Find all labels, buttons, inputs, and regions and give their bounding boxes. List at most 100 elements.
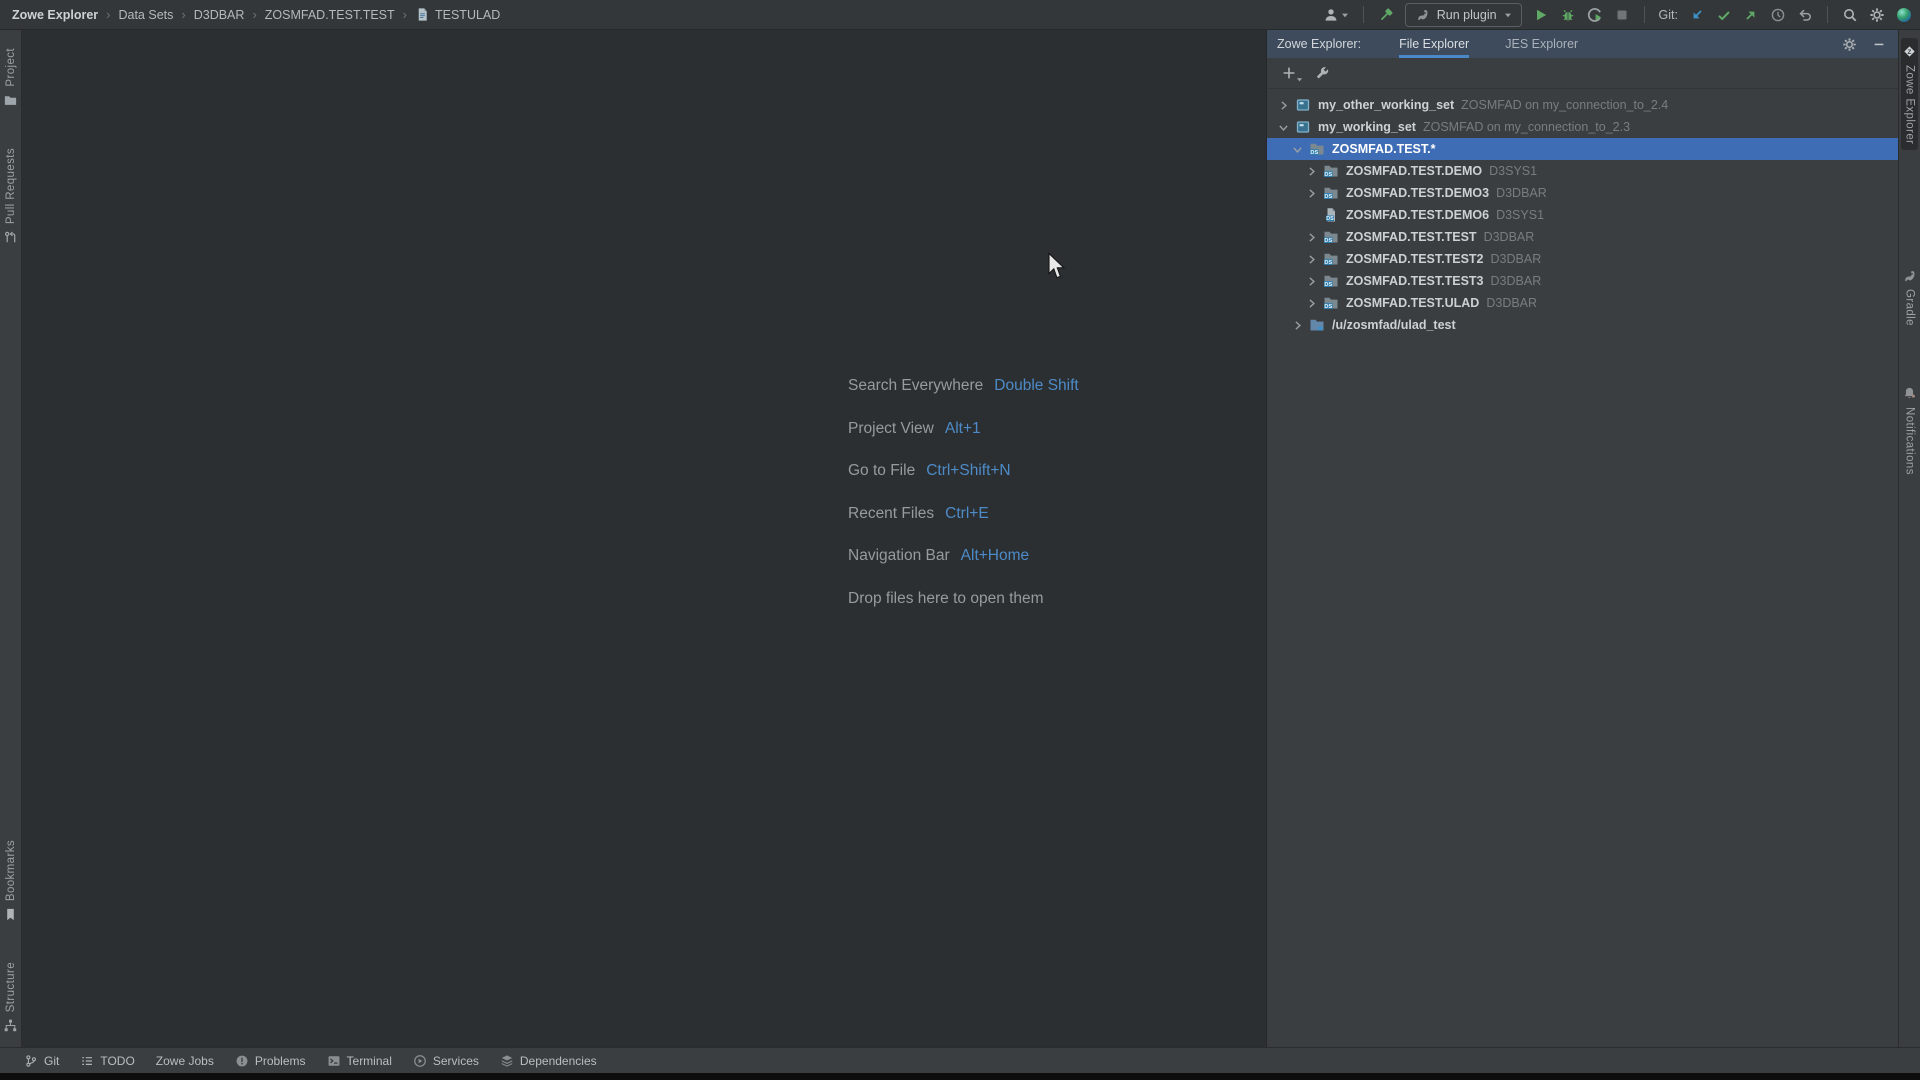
svg-text:DS: DS xyxy=(1324,304,1332,310)
tool-stripe-button-gradle[interactable]: Gradle xyxy=(1901,262,1918,332)
chevron-right-icon[interactable] xyxy=(1305,297,1321,310)
chevron-right-icon[interactable] xyxy=(1305,231,1321,244)
statusbar-item-label: Terminal xyxy=(347,1054,392,1068)
statusbar-item-git[interactable]: Git xyxy=(24,1054,59,1068)
tab-jes-explorer[interactable]: JES Explorer xyxy=(1505,30,1578,58)
history-icon[interactable] xyxy=(1770,7,1786,23)
settings-gear-icon[interactable] xyxy=(1869,7,1885,23)
pull-request-icon xyxy=(3,230,18,245)
tool-stripe-button-project[interactable]: Project xyxy=(2,42,19,114)
breadcrumb-item[interactable]: D3DBAR xyxy=(194,8,245,22)
gradle-icon xyxy=(1902,268,1917,283)
tool-stripe-button-pull-requests[interactable]: Pull Requests xyxy=(2,142,19,251)
tree-item-label: ZOSMFAD.TEST.* xyxy=(1332,142,1435,156)
dataset-icon: DS xyxy=(1323,229,1340,245)
main-area: ProjectPull Requests BookmarksStructure … xyxy=(0,30,1920,1047)
tree-item-label: ZOSMFAD.TEST.DEMO xyxy=(1346,164,1482,178)
statusbar-item-zowe-jobs[interactable]: Zowe Jobs xyxy=(156,1054,214,1068)
minimize-icon[interactable] xyxy=(1872,37,1886,51)
drop-files-hint: Drop files here to open them xyxy=(848,578,1079,621)
tree-row[interactable]: DSZOSMFAD.TEST.TEST3D3DBAR xyxy=(1267,270,1898,292)
tool-stripe-label: Gradle xyxy=(1904,289,1916,326)
wrench-icon[interactable] xyxy=(1314,65,1330,81)
tree-row[interactable]: DSZOSMFAD.TEST.DEMO3D3DBAR xyxy=(1267,182,1898,204)
statusbar-item-label: Git xyxy=(44,1054,59,1068)
svg-text:Z: Z xyxy=(1908,49,1912,56)
statusbar-item-problems[interactable]: Problems xyxy=(235,1054,306,1068)
play-icon[interactable] xyxy=(1533,7,1549,23)
svg-text:DS: DS xyxy=(1324,260,1332,266)
breadcrumb-separator: › xyxy=(252,8,256,21)
search-icon[interactable] xyxy=(1842,7,1858,23)
breadcrumb-label: ZOSMFAD.TEST.TEST xyxy=(265,8,395,22)
breadcrumb-item[interactable]: Data Sets xyxy=(118,8,173,22)
tool-stripe-button-bookmarks[interactable]: Bookmarks xyxy=(2,834,19,928)
tree-item-label: ZOSMFAD.TEST.TEST2 xyxy=(1346,252,1484,266)
tree-row[interactable]: DSZOSMFAD.TEST.DEMOD3SYS1 xyxy=(1267,160,1898,182)
tree-item-suffix: D3SYS1 xyxy=(1489,164,1537,178)
dataset-icon: DS xyxy=(1323,251,1340,267)
chevron-right-icon[interactable] xyxy=(1305,187,1321,200)
gradle-icon xyxy=(1415,7,1430,22)
chevron-down-icon xyxy=(1341,11,1349,19)
tree-row[interactable]: DSZOSMFAD.TEST.ULADD3DBAR xyxy=(1267,292,1898,314)
statusbar-item-label: Services xyxy=(433,1054,479,1068)
breadcrumb-item[interactable]: ZOSMFAD.TEST.TEST xyxy=(265,8,395,22)
profiler-icon[interactable] xyxy=(1587,7,1603,23)
shortcut-hint-row: Search EverywhereDouble Shift xyxy=(848,365,1079,408)
statusbar-item-label: Problems xyxy=(255,1054,306,1068)
tree-row[interactable]: /u/zosmfad/ulad_test xyxy=(1267,314,1898,336)
statusbar-item-label: Dependencies xyxy=(520,1054,597,1068)
statusbar-item-services[interactable]: Services xyxy=(413,1054,479,1068)
shortcut-hint-row: Navigation BarAlt+Home xyxy=(848,535,1079,578)
rollback-icon[interactable] xyxy=(1797,7,1813,23)
chevron-right-icon[interactable] xyxy=(1291,319,1307,332)
breadcrumb-separator: › xyxy=(403,8,407,21)
tree-row[interactable]: DSZOSMFAD.TEST.DEMO6D3SYS1 xyxy=(1267,204,1898,226)
tree-item-label: ZOSMFAD.TEST.DEMO6 xyxy=(1346,208,1489,222)
tool-stripe-button-structure[interactable]: Structure xyxy=(2,956,19,1039)
editor-area[interactable]: Search EverywhereDouble ShiftProject Vie… xyxy=(22,30,1266,1047)
svg-text:DS: DS xyxy=(1310,150,1318,156)
tool-stripe-button-zowe-explorer[interactable]: ZZowe Explorer xyxy=(1901,38,1918,150)
chevron-right-icon[interactable] xyxy=(1305,253,1321,266)
push-icon[interactable] xyxy=(1743,7,1759,23)
breadcrumb-item[interactable]: Zowe Explorer xyxy=(12,8,98,22)
svg-text:DS: DS xyxy=(1324,282,1332,288)
statusbar-item-terminal[interactable]: Terminal xyxy=(327,1054,392,1068)
statusbar-item-todo[interactable]: TODO xyxy=(80,1054,134,1068)
shortcut-action-label: Search Everywhere xyxy=(848,377,983,395)
hammer-icon[interactable] xyxy=(1378,7,1394,23)
chevron-down-icon[interactable] xyxy=(1277,121,1293,134)
run-configuration-select[interactable]: Run plugin xyxy=(1405,3,1522,27)
tree-row[interactable]: my_working_setZOSMFAD on my_connection_t… xyxy=(1267,116,1898,138)
tree-row[interactable]: DSZOSMFAD.TEST.TESTD3DBAR xyxy=(1267,226,1898,248)
tool-stripe-label: Pull Requests xyxy=(5,148,17,224)
commit-icon[interactable] xyxy=(1716,7,1732,23)
services-icon xyxy=(413,1054,427,1068)
dataset-icon: DS xyxy=(1323,185,1340,201)
tree-row[interactable]: DS ZOSMFAD.TEST.* xyxy=(1267,138,1898,160)
breadcrumb-label: Data Sets xyxy=(118,8,173,22)
tool-stripe-button-notifications[interactable]: Notifications xyxy=(1901,380,1918,481)
user-menu-button[interactable] xyxy=(1323,7,1349,23)
stop-icon[interactable] xyxy=(1614,7,1630,23)
chevron-right-icon[interactable] xyxy=(1305,165,1321,178)
git-label: Git: xyxy=(1659,8,1678,22)
tree-row[interactable]: DSZOSMFAD.TEST.TEST2D3DBAR xyxy=(1267,248,1898,270)
svg-text:DS: DS xyxy=(1326,216,1334,222)
tree-row[interactable]: my_other_working_setZOSMFAD on my_connec… xyxy=(1267,94,1898,116)
chevron-right-icon[interactable] xyxy=(1277,99,1293,112)
tab-file-explorer[interactable]: File Explorer xyxy=(1399,30,1469,58)
update-project-icon[interactable] xyxy=(1689,7,1705,23)
statusbar-item-dependencies[interactable]: Dependencies xyxy=(500,1054,597,1068)
gear-icon[interactable] xyxy=(1842,37,1857,52)
chevron-right-icon[interactable] xyxy=(1305,275,1321,288)
ide-ball-icon[interactable] xyxy=(1896,7,1912,23)
git-branch-icon xyxy=(24,1054,38,1068)
add-button[interactable] xyxy=(1281,65,1297,81)
tree-item-label: ZOSMFAD.TEST.TEST xyxy=(1346,230,1477,244)
chevron-down-icon[interactable] xyxy=(1291,143,1307,156)
breadcrumb-item[interactable]: TESTULAD xyxy=(415,7,500,22)
debug-icon[interactable] xyxy=(1560,7,1576,23)
